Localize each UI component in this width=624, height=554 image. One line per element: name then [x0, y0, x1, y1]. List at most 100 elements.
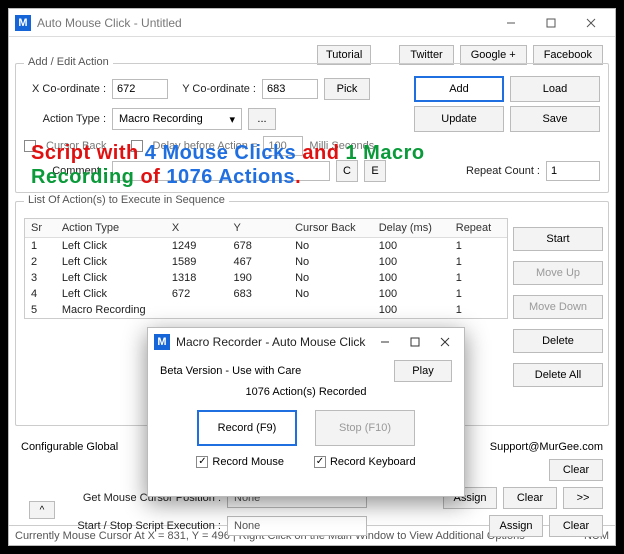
side-buttons: Start Move Up Move Down Delete Delete Al… [513, 227, 603, 387]
macro-maximize-button[interactable] [400, 328, 430, 356]
col-sr[interactable]: Sr [25, 219, 56, 238]
maximize-button[interactable] [531, 9, 571, 37]
clear-button-1[interactable]: Clear [549, 459, 603, 481]
cell-x [166, 302, 228, 318]
c-button[interactable]: C [336, 160, 358, 182]
app-logo-icon: M [15, 15, 31, 31]
delay-before-label: Delay before Action = [153, 140, 258, 152]
add-button[interactable]: Add [414, 76, 504, 102]
move-down-button[interactable]: Move Down [513, 295, 603, 319]
add-edit-group: Add / Edit Action X Co-ordinate : 672 Y … [15, 63, 609, 193]
y-coord-input[interactable]: 683 [262, 79, 318, 99]
pick-button[interactable]: Pick [324, 78, 370, 100]
add-edit-label: Add / Edit Action [24, 56, 113, 68]
delay-checkbox[interactable] [131, 140, 143, 152]
col-x[interactable]: X [166, 219, 228, 238]
macro-close-button[interactable] [430, 328, 460, 356]
cell-sr: 4 [25, 286, 56, 302]
table-row[interactable]: 3Left Click1318190No1001 [25, 270, 507, 286]
clear-button-2[interactable]: Clear [503, 487, 557, 509]
cell-type: Left Click [56, 238, 166, 255]
cell-x: 672 [166, 286, 228, 302]
table-row[interactable]: 1Left Click1249678No1001 [25, 238, 507, 255]
table-row[interactable]: 2Left Click1589467No1001 [25, 254, 507, 270]
cell-cb: No [289, 270, 373, 286]
startstop-label: Start / Stop Script Execution : [21, 520, 221, 532]
delete-button[interactable]: Delete [513, 329, 603, 353]
record-mouse-checkbox[interactable] [196, 456, 208, 468]
col-cursorback[interactable]: Cursor Back [289, 219, 373, 238]
clear-button-3[interactable]: Clear [549, 515, 603, 537]
cursor-back-checkbox[interactable] [24, 140, 36, 152]
macro-play-button[interactable]: Play [394, 360, 452, 382]
col-delay[interactable]: Delay (ms) [373, 219, 450, 238]
comment-input[interactable] [112, 161, 330, 181]
main-window: M Auto Mouse Click - Untitled Tutorial T… [8, 8, 616, 546]
action-type-more-button[interactable]: ... [248, 108, 276, 130]
macro-stop-button[interactable]: Stop (F10) [315, 410, 415, 446]
cell-y: 683 [227, 286, 289, 302]
col-repeat[interactable]: Repeat [450, 219, 507, 238]
cell-rep: 1 [450, 286, 507, 302]
cell-delay: 100 [373, 254, 450, 270]
startstop-hotkey[interactable]: None [227, 516, 367, 536]
save-button[interactable]: Save [510, 106, 600, 132]
cell-rep: 1 [450, 270, 507, 286]
close-button[interactable] [571, 9, 611, 37]
move-up-button[interactable]: Move Up [513, 261, 603, 285]
cell-cb: No [289, 254, 373, 270]
cell-delay: 100 [373, 286, 450, 302]
googleplus-button[interactable]: Google + [460, 45, 527, 65]
cell-type: Macro Recording [56, 302, 166, 318]
minimize-button[interactable] [491, 9, 531, 37]
col-type[interactable]: Action Type [56, 219, 166, 238]
update-button[interactable]: Update [414, 106, 504, 132]
action-type-select[interactable]: Macro Recording ▾ [112, 108, 242, 130]
cell-delay: 100 [373, 270, 450, 286]
record-keyboard-option[interactable]: Record Keyboard [314, 456, 416, 468]
cell-type: Left Click [56, 270, 166, 286]
delay-input[interactable]: 100 [263, 136, 303, 156]
record-mouse-option[interactable]: Record Mouse [196, 456, 284, 468]
record-keyboard-checkbox[interactable] [314, 456, 326, 468]
chevron-down-icon: ▾ [229, 113, 235, 126]
cell-y: 678 [227, 238, 289, 255]
col-y[interactable]: Y [227, 219, 289, 238]
comment-label: Comment : [24, 165, 106, 177]
cursor-back-label: Cursor Back [46, 140, 107, 152]
cell-sr: 3 [25, 270, 56, 286]
assign-button-2[interactable]: Assign [489, 515, 543, 537]
titlebar: M Auto Mouse Click - Untitled [9, 9, 615, 37]
macro-record-button[interactable]: Record (F9) [197, 410, 297, 446]
cell-x: 1249 [166, 238, 228, 255]
macro-window-title: Macro Recorder - Auto Mouse Click [176, 335, 370, 349]
start-button[interactable]: Start [513, 227, 603, 251]
cell-y: 467 [227, 254, 289, 270]
macro-titlebar: M Macro Recorder - Auto Mouse Click [148, 328, 464, 356]
cell-cb [289, 302, 373, 318]
cell-delay: 100 [373, 238, 450, 255]
macro-logo-icon: M [154, 334, 170, 350]
facebook-button[interactable]: Facebook [533, 45, 603, 65]
cell-sr: 5 [25, 302, 56, 318]
more-button[interactable]: >> [563, 487, 603, 509]
cell-rep: 1 [450, 254, 507, 270]
e-button[interactable]: E [364, 160, 386, 182]
cell-x: 1318 [166, 270, 228, 286]
collapse-button[interactable]: ^ [29, 501, 55, 519]
x-coord-input[interactable]: 672 [112, 79, 168, 99]
action-type-label: Action Type : [24, 113, 106, 125]
table-row[interactable]: 4Left Click672683No1001 [25, 286, 507, 302]
cell-type: Left Click [56, 254, 166, 270]
load-button[interactable]: Load [510, 76, 600, 102]
macro-minimize-button[interactable] [370, 328, 400, 356]
macro-recorder-window: M Macro Recorder - Auto Mouse Click Beta… [147, 327, 465, 497]
record-mouse-label: Record Mouse [212, 456, 284, 468]
cell-y: 190 [227, 270, 289, 286]
twitter-button[interactable]: Twitter [399, 45, 453, 65]
action-table[interactable]: Sr Action Type X Y Cursor Back Delay (ms… [24, 218, 508, 319]
tutorial-button[interactable]: Tutorial [317, 45, 371, 65]
repeat-count-input[interactable]: 1 [546, 161, 600, 181]
table-row[interactable]: 5Macro Recording1001 [25, 302, 507, 318]
delete-all-button[interactable]: Delete All [513, 363, 603, 387]
